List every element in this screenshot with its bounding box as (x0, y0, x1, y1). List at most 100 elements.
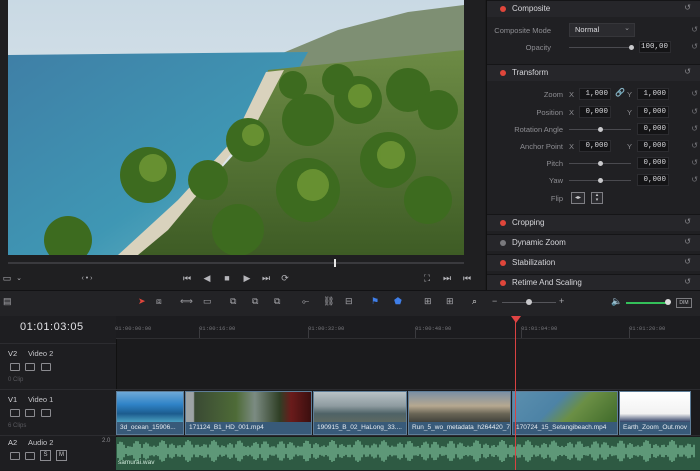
lock-track-icon[interactable] (10, 363, 20, 371)
lock-track-icon[interactable] (10, 452, 20, 460)
mute-button[interactable]: M (56, 450, 67, 461)
reset-icon[interactable]: ↺ (691, 25, 698, 34)
opacity-slider[interactable] (569, 47, 631, 48)
first-frame-button[interactable]: ⏮ (180, 272, 194, 284)
position-x-field[interactable]: 0,000 (579, 106, 611, 118)
reset-icon[interactable]: ↺ (684, 277, 697, 286)
video-clip[interactable]: Run_5_wo_metadata_h264420_7... (408, 391, 511, 435)
loop-button[interactable]: ⟳ (278, 272, 292, 284)
volume-icon[interactable]: 🔈 (611, 296, 622, 307)
flag-icon[interactable]: ⚑ (371, 296, 379, 307)
enable-dot-transform[interactable] (500, 70, 506, 76)
video-clip[interactable]: 190915_B_02_HaLong_33.... (313, 391, 407, 435)
section-stabilization[interactable]: Stabilization ↺ (487, 254, 700, 271)
trim-tool-icon[interactable]: ⧈ (156, 296, 162, 307)
pitch-field[interactable]: 0,000 (637, 157, 669, 169)
zoom-out-icon[interactable]: − (492, 296, 497, 306)
enable-dot-stabilization[interactable] (500, 260, 506, 266)
enable-dot-composite[interactable] (500, 6, 506, 12)
prev-clip-icon[interactable]: ⏮ (460, 272, 474, 284)
anchor-y-field[interactable]: 0,000 (637, 140, 669, 152)
replace-clip-icon[interactable]: ⧉ (274, 296, 280, 307)
zoom-detail-icon[interactable]: ⊞ (446, 296, 454, 307)
auto-select-icon[interactable] (25, 363, 35, 371)
last-frame-button[interactable]: ⏭ (259, 272, 273, 284)
section-transform[interactable]: Transform ↺ (487, 64, 700, 81)
reset-icon[interactable]: ↺ (684, 3, 697, 12)
chevron-down-icon[interactable]: ⌄ (12, 272, 26, 284)
lock-track-icon[interactable] (10, 409, 20, 417)
track-visibility-icon[interactable] (41, 409, 51, 417)
link-icon[interactable]: 🔗 (615, 88, 625, 97)
reset-icon[interactable]: ↺ (691, 141, 698, 150)
composite-mode-dropdown[interactable]: Normal ⌄ (569, 23, 635, 37)
section-composite[interactable]: Composite ↺ (487, 0, 700, 17)
yaw-knob[interactable] (598, 178, 603, 183)
scrub-bar[interactable] (8, 262, 464, 264)
play-reverse-button[interactable]: ◀ (200, 272, 214, 284)
video-clip[interactable]: Earth_Zoom_Out.mov (619, 391, 691, 435)
zoom-y-field[interactable]: 1,000 (637, 88, 669, 100)
position-y-field[interactable]: 0,000 (637, 106, 669, 118)
snapping-icon[interactable]: ⟜ (302, 296, 309, 307)
audio-meter-icon[interactable]: DIM (676, 298, 692, 308)
video-preview[interactable] (8, 0, 464, 255)
solo-button[interactable]: S (40, 450, 51, 461)
reset-icon[interactable]: ↺ (691, 107, 698, 116)
section-dynamic-zoom[interactable]: Dynamic Zoom ↺ (487, 234, 700, 251)
zoom-full-icon[interactable]: ⊞ (424, 296, 432, 307)
reset-icon[interactable]: ↺ (691, 158, 698, 167)
overwrite-clip-icon[interactable]: ⧉ (252, 296, 258, 307)
video-clip[interactable]: 171124_B1_HD_001.mp4 (185, 391, 312, 435)
next-clip-icon[interactable]: ⏭ (440, 272, 454, 284)
enable-dot-dynamic-zoom[interactable] (500, 240, 506, 246)
fullscreen-icon[interactable]: ⛶ (420, 272, 434, 284)
timeline-ruler[interactable]: 01:00:00:00 01:00:16:00 01:00:32:00 01:0… (115, 316, 700, 339)
audio-clip[interactable]: samurai.wav (116, 437, 700, 470)
opacity-knob[interactable] (629, 45, 634, 50)
reset-icon[interactable]: ↺ (684, 257, 697, 266)
insert-clip-icon[interactable]: ⧉ (230, 296, 236, 307)
section-cropping[interactable]: Cropping ↺ (487, 214, 700, 231)
zoom-in-icon[interactable]: + (559, 296, 564, 306)
reset-icon[interactable]: ↺ (691, 42, 698, 51)
clip-nav[interactable]: ‹ • › (74, 272, 100, 284)
marker-icon[interactable]: ⬟ (394, 296, 402, 307)
reset-icon[interactable]: ↺ (684, 237, 697, 246)
reset-icon[interactable]: ↺ (691, 175, 698, 184)
volume-slider[interactable] (626, 302, 668, 304)
section-retime-scaling[interactable]: Retime And Scaling ↺ (487, 274, 700, 291)
scrub-playhead[interactable] (334, 259, 336, 267)
auto-select-icon[interactable] (25, 452, 35, 460)
timeline-zoom-knob[interactable] (526, 299, 532, 305)
anchor-x-field[interactable]: 0,000 (579, 140, 611, 152)
video-clip[interactable]: 170724_15_Setangibeach.mp4 (512, 391, 618, 435)
flip-horizontal-icon[interactable]: ◂▸ (571, 192, 585, 204)
reset-icon[interactable]: ↺ (684, 67, 697, 76)
play-button[interactable]: ▶ (240, 272, 254, 284)
stop-button[interactable]: ■ (220, 272, 234, 284)
blade-tool-icon[interactable]: ▭ (203, 296, 212, 307)
rotation-knob[interactable] (598, 127, 603, 132)
lock-icon[interactable]: ⊟ (345, 296, 353, 307)
enable-dot-cropping[interactable] (500, 220, 506, 226)
video-clip[interactable]: 3d_ocean_15906... (116, 391, 184, 435)
link-icon[interactable]: ⛓ (323, 296, 334, 307)
auto-select-icon[interactable] (25, 409, 35, 417)
selection-tool-icon[interactable]: ➤ (138, 296, 146, 307)
enable-dot-retime[interactable] (500, 280, 506, 286)
yaw-field[interactable]: 0,000 (637, 174, 669, 186)
volume-knob[interactable] (665, 299, 671, 305)
reset-icon[interactable]: ↺ (691, 89, 698, 98)
track-visibility-icon[interactable] (41, 363, 51, 371)
dynamic-trim-icon[interactable]: ⟺ (180, 296, 193, 307)
playhead-handle[interactable] (511, 316, 521, 323)
pitch-knob[interactable] (598, 161, 603, 166)
reset-icon[interactable]: ↺ (691, 124, 698, 133)
rotation-field[interactable]: 0,000 (637, 123, 669, 135)
reset-icon[interactable]: ↺ (684, 217, 697, 226)
zoom-custom-icon[interactable]: ⌕ (472, 296, 477, 307)
flip-vertical-icon[interactable]: ▴ ▾ (591, 192, 603, 204)
zoom-x-field[interactable]: 1,000 (579, 88, 611, 100)
timeline-view-icon[interactable]: ▤ (3, 296, 12, 307)
